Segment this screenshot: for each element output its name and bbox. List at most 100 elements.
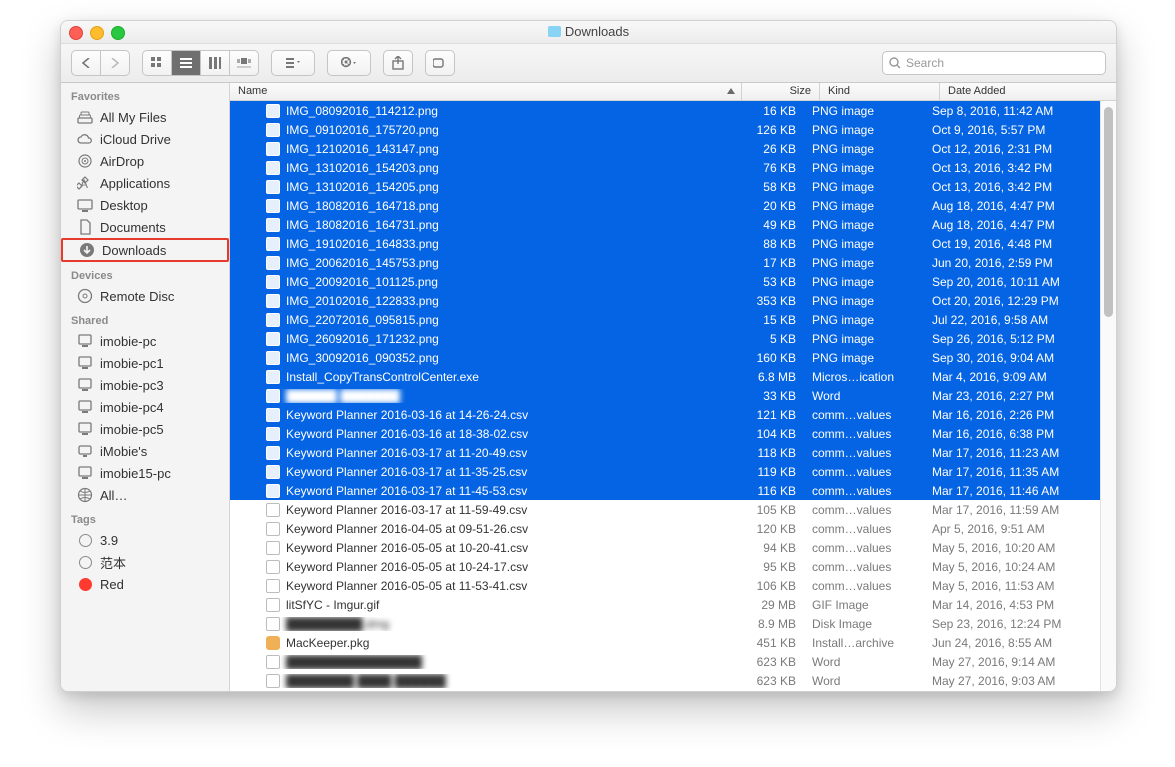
- close-button[interactable]: [69, 26, 83, 40]
- file-row[interactable]: Keyword Planner 2016-03-17 at 11-35-25.c…: [230, 462, 1100, 481]
- sort-menu-button[interactable]: [271, 50, 315, 76]
- gif-file-icon: [266, 598, 280, 612]
- sidebar-item-imobie-pc4[interactable]: imobie-pc4: [61, 396, 229, 418]
- file-row[interactable]: Keyword Planner 2016-04-05 at 09-51-26.c…: [230, 519, 1100, 538]
- file-date: Oct 13, 2016, 3:42 PM: [924, 161, 1100, 175]
- file-row[interactable]: Install_CopyTransControlCenter.exe6.8 MB…: [230, 367, 1100, 386]
- sidebar-item-imobie15-pc[interactable]: imobie15-pc: [61, 462, 229, 484]
- file-row[interactable]: ██████ ███████33 KBWordMar 23, 2016, 2:2…: [230, 386, 1100, 405]
- file-kind: comm…values: [804, 427, 924, 441]
- file-name: Install_CopyTransControlCenter.exe: [286, 370, 479, 384]
- file-row[interactable]: Keyword Planner 2016-03-16 at 14-26-24.c…: [230, 405, 1100, 424]
- sidebar-item-imobie-pc[interactable]: imobie-pc: [61, 330, 229, 352]
- scrollbar[interactable]: [1100, 101, 1116, 692]
- sidebar-item-remote-disc[interactable]: Remote Disc: [61, 285, 229, 307]
- file-row[interactable]: IMG_08092016_114212.png16 KBPNG imageSep…: [230, 101, 1100, 120]
- file-row[interactable]: litSfYC - Imgur.gif29 MBGIF ImageMar 14,…: [230, 595, 1100, 614]
- column-view-button[interactable]: [201, 51, 230, 75]
- file-row[interactable]: IMG_13102016_154205.png58 KBPNG imageOct…: [230, 177, 1100, 196]
- sidebar-item-applications[interactable]: AApplications: [61, 172, 229, 194]
- file-date: Oct 13, 2016, 3:42 PM: [924, 180, 1100, 194]
- file-row[interactable]: IMG_18082016_164718.png20 KBPNG imageAug…: [230, 196, 1100, 215]
- file-name: Keyword Planner 2016-05-05 at 10-20-41.c…: [286, 541, 528, 555]
- file-row[interactable]: Keyword Planner 2016-03-17 at 11-20-49.c…: [230, 443, 1100, 462]
- file-kind: PNG image: [804, 142, 924, 156]
- sidebar-item-all-shared[interactable]: All…: [61, 484, 229, 506]
- sidebar-item-tag-fanben[interactable]: 范本: [61, 551, 229, 573]
- view-mode-segment: [142, 50, 259, 76]
- sidebar-item-label: Desktop: [100, 198, 148, 213]
- file-row[interactable]: IMG_20102016_122833.png353 KBPNG imageOc…: [230, 291, 1100, 310]
- search-field[interactable]: Search: [882, 51, 1106, 75]
- file-name: Keyword Planner 2016-03-17 at 11-59-49.c…: [286, 503, 527, 517]
- pkg-icon: [266, 636, 280, 650]
- sidebar-header-devices: Devices: [61, 262, 229, 285]
- sidebar-item-airdrop[interactable]: AirDrop: [61, 150, 229, 172]
- file-kind: PNG image: [804, 218, 924, 232]
- file-row[interactable]: IMG_18082016_164731.png49 KBPNG imageAug…: [230, 215, 1100, 234]
- file-row[interactable]: IMG_30092016_090352.png160 KBPNG imageSe…: [230, 348, 1100, 367]
- file-row[interactable]: IMG_13102016_154203.png76 KBPNG imageOct…: [230, 158, 1100, 177]
- share-button[interactable]: [383, 50, 413, 76]
- file-size: 95 KB: [726, 560, 804, 574]
- file-row[interactable]: IMG_12102016_143147.png26 KBPNG imageOct…: [230, 139, 1100, 158]
- png-file-icon: [266, 104, 280, 118]
- column-kind[interactable]: Kind: [820, 83, 940, 100]
- sidebar-item-imobies[interactable]: iMobie's: [61, 440, 229, 462]
- file-row[interactable]: █████████.dmg8.9 MBDisk ImageSep 23, 201…: [230, 614, 1100, 633]
- sidebar-header-shared: Shared: [61, 307, 229, 330]
- file-list[interactable]: IMG_08092016_114212.png16 KBPNG imageSep…: [230, 101, 1100, 692]
- coverflow-view-button[interactable]: [230, 51, 258, 75]
- sidebar-item-label: imobie-pc4: [100, 400, 164, 415]
- file-date: May 5, 2016, 11:53 AM: [924, 579, 1100, 593]
- forward-button[interactable]: [100, 50, 130, 76]
- sidebar-item-tag-red[interactable]: Red: [61, 573, 229, 595]
- file-kind: PNG image: [804, 294, 924, 308]
- sidebar-item-documents[interactable]: Documents: [61, 216, 229, 238]
- file-row[interactable]: Keyword Planner 2016-05-05 at 11-53-41.c…: [230, 576, 1100, 595]
- file-row[interactable]: Keyword Planner 2016-05-05 at 10-20-41.c…: [230, 538, 1100, 557]
- file-kind: GIF Image: [804, 598, 924, 612]
- minimize-button[interactable]: [90, 26, 104, 40]
- file-row[interactable]: ████████████████623 KBWordMay 27, 2016, …: [230, 652, 1100, 671]
- file-size: 105 KB: [726, 503, 804, 517]
- sidebar-item-label: Applications: [100, 176, 170, 191]
- column-headers: Name Size Kind Date Added: [230, 83, 1116, 101]
- file-row[interactable]: Keyword Planner 2016-03-16 at 18-38-02.c…: [230, 424, 1100, 443]
- sidebar-item-all-my-files[interactable]: All My Files: [61, 106, 229, 128]
- sidebar-item-imobie-pc3[interactable]: imobie-pc3: [61, 374, 229, 396]
- scroll-thumb[interactable]: [1104, 107, 1113, 317]
- file-row[interactable]: IMG_20092016_101125.png53 KBPNG imageSep…: [230, 272, 1100, 291]
- file-row[interactable]: Keyword Planner 2016-03-17 at 11-45-53.c…: [230, 481, 1100, 500]
- file-kind: Word: [804, 655, 924, 669]
- file-row[interactable]: IMG_22072016_095815.png15 KBPNG imageJul…: [230, 310, 1100, 329]
- maximize-button[interactable]: [111, 26, 125, 40]
- file-row[interactable]: ████████ ████ ██████623 KBWordMay 27, 20…: [230, 671, 1100, 690]
- column-name[interactable]: Name: [230, 83, 742, 100]
- action-menu-button[interactable]: [327, 50, 371, 76]
- sidebar-item-downloads[interactable]: Downloads: [61, 238, 229, 262]
- file-row[interactable]: IMG_20062016_145753.png17 KBPNG imageJun…: [230, 253, 1100, 272]
- file-row[interactable]: MacKeeper.pkg451 KBInstall…archiveJun 24…: [230, 633, 1100, 652]
- file-row[interactable]: IMG_19102016_164833.png88 KBPNG imageOct…: [230, 234, 1100, 253]
- file-size: 88 KB: [726, 237, 804, 251]
- file-date: Mar 17, 2016, 11:35 AM: [924, 465, 1100, 479]
- file-name: IMG_30092016_090352.png: [286, 351, 439, 365]
- file-row[interactable]: IMG_09102016_175720.png126 KBPNG imageOc…: [230, 120, 1100, 139]
- sidebar-item-tag-3-9[interactable]: 3.9: [61, 529, 229, 551]
- list-view-button[interactable]: [172, 51, 201, 75]
- pc-icon: [77, 377, 93, 393]
- sidebar-item-imobie-pc1[interactable]: imobie-pc1: [61, 352, 229, 374]
- back-button[interactable]: [71, 50, 100, 76]
- column-size[interactable]: Size: [742, 83, 820, 100]
- column-date[interactable]: Date Added: [940, 83, 1116, 100]
- file-row[interactable]: IMG_26092016_171232.png5 KBPNG imageSep …: [230, 329, 1100, 348]
- icon-view-button[interactable]: [143, 51, 172, 75]
- sidebar-item-imobie-pc5[interactable]: imobie-pc5: [61, 418, 229, 440]
- file-row[interactable]: Keyword Planner 2016-03-17 at 11-59-49.c…: [230, 500, 1100, 519]
- file-date: May 5, 2016, 10:20 AM: [924, 541, 1100, 555]
- sidebar-item-desktop[interactable]: Desktop: [61, 194, 229, 216]
- sidebar-item-icloud-drive[interactable]: iCloud Drive: [61, 128, 229, 150]
- tags-button[interactable]: [425, 50, 455, 76]
- file-row[interactable]: Keyword Planner 2016-05-05 at 10-24-17.c…: [230, 557, 1100, 576]
